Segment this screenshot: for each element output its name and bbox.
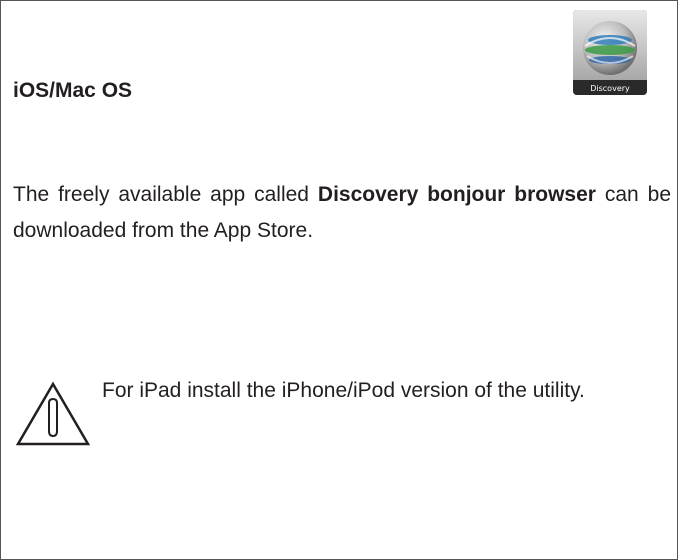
app-description: The freely available app called Discover… xyxy=(13,177,671,249)
warning-icon xyxy=(15,381,91,447)
document-frame: iOS/Mac OS Discovery The freely availabl… xyxy=(0,0,678,560)
discovery-app-icon: Discovery xyxy=(573,10,647,95)
app-icon-label: Discovery xyxy=(590,84,630,93)
section-heading: iOS/Mac OS xyxy=(13,79,133,102)
description-text-before: The freely available app called xyxy=(13,183,318,206)
app-name: Discovery bonjour browser xyxy=(317,183,596,206)
ipad-note: For iPad install the iPhone/iPod version… xyxy=(102,379,585,402)
